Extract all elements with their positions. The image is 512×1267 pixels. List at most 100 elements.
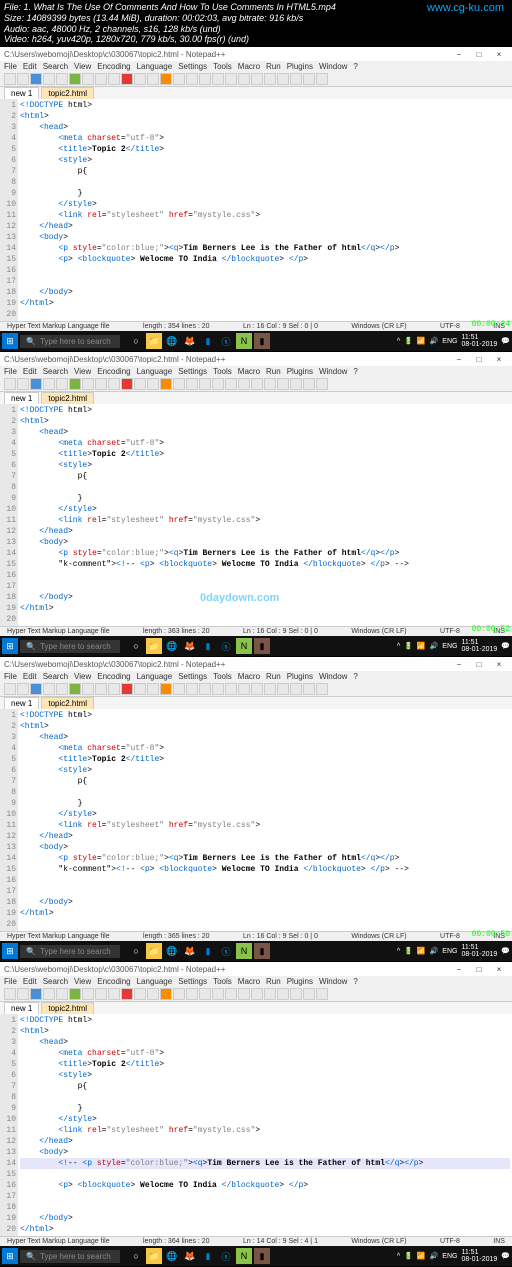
toolbar-button[interactable] xyxy=(212,378,224,390)
toolbar-button[interactable] xyxy=(30,988,42,1000)
menu-item-macro[interactable]: Macro xyxy=(238,672,260,681)
toolbar-button[interactable] xyxy=(225,683,237,695)
toolbar-button[interactable] xyxy=(147,988,159,1000)
taskbar-search[interactable]: 🔍Type here to search xyxy=(20,335,120,348)
toolbar-button[interactable] xyxy=(173,988,185,1000)
toolbar-button[interactable] xyxy=(290,73,302,85)
taskbar-search[interactable]: 🔍Type here to search xyxy=(20,1250,120,1263)
toolbar-button[interactable] xyxy=(186,988,198,1000)
code-content[interactable]: <!DOCTYPE html> <html> <head> <meta char… xyxy=(18,404,512,626)
toolbar-button[interactable] xyxy=(303,988,315,1000)
vscode-icon[interactable]: ▮ xyxy=(200,333,216,349)
menu-item-language[interactable]: Language xyxy=(137,977,173,986)
toolbar-button[interactable] xyxy=(82,683,94,695)
toolbar-button[interactable] xyxy=(251,988,263,1000)
tray-up-icon[interactable]: ^ xyxy=(397,338,400,345)
menu-item-?[interactable]: ? xyxy=(353,672,357,681)
toolbar-button[interactable] xyxy=(264,378,276,390)
menu-item-settings[interactable]: Settings xyxy=(178,62,207,71)
toolbar-button[interactable] xyxy=(238,683,250,695)
taskbar-search[interactable]: 🔍Type here to search xyxy=(20,640,120,653)
toolbar-button[interactable] xyxy=(264,683,276,695)
toolbar-button[interactable] xyxy=(225,988,237,1000)
menu-item-view[interactable]: View xyxy=(74,62,91,71)
close-button[interactable]: × xyxy=(490,48,508,60)
toolbar-button[interactable] xyxy=(199,378,211,390)
tab-topic2-html[interactable]: topic2.html xyxy=(41,697,94,709)
toolbar-button[interactable] xyxy=(69,683,81,695)
toolbar-button[interactable] xyxy=(160,378,172,390)
tray-notifications-icon[interactable]: 💬 xyxy=(501,337,510,345)
menu-item-view[interactable]: View xyxy=(74,367,91,376)
toolbar-button[interactable] xyxy=(303,378,315,390)
toolbar-button[interactable] xyxy=(264,73,276,85)
toolbar-button[interactable] xyxy=(316,988,328,1000)
toolbar-button[interactable] xyxy=(199,73,211,85)
maximize-button[interactable]: □ xyxy=(470,48,488,60)
toolbar-button[interactable] xyxy=(316,683,328,695)
menu-item-edit[interactable]: Edit xyxy=(23,62,37,71)
maximize-button[interactable]: □ xyxy=(470,658,488,670)
toolbar-button[interactable] xyxy=(264,988,276,1000)
toolbar-button[interactable] xyxy=(43,73,55,85)
menu-item-search[interactable]: Search xyxy=(43,672,68,681)
toolbar-button[interactable] xyxy=(212,683,224,695)
menu-item-settings[interactable]: Settings xyxy=(178,977,207,986)
toolbar-button[interactable] xyxy=(108,378,120,390)
toolbar-button[interactable] xyxy=(290,378,302,390)
toolbar-button[interactable] xyxy=(108,683,120,695)
toolbar-button[interactable] xyxy=(186,378,198,390)
toolbar-button[interactable] xyxy=(17,988,29,1000)
menu-item-window[interactable]: Window xyxy=(319,977,347,986)
toolbar-button[interactable] xyxy=(56,73,68,85)
menu-item-run[interactable]: Run xyxy=(266,367,281,376)
explorer-icon[interactable]: 📁 xyxy=(146,333,162,349)
code-content[interactable]: <!DOCTYPE html> <html> <head> <meta char… xyxy=(18,709,512,931)
menu-item-file[interactable]: File xyxy=(4,367,17,376)
toolbar-button[interactable] xyxy=(251,683,263,695)
toolbar-button[interactable] xyxy=(225,73,237,85)
toolbar-button[interactable] xyxy=(316,378,328,390)
menu-item-window[interactable]: Window xyxy=(319,62,347,71)
minimize-button[interactable]: − xyxy=(450,353,468,365)
menu-item-tools[interactable]: Tools xyxy=(213,367,232,376)
menu-item-encoding[interactable]: Encoding xyxy=(97,62,130,71)
close-button[interactable]: × xyxy=(490,963,508,975)
toolbar-button[interactable] xyxy=(251,378,263,390)
menu-item-edit[interactable]: Edit xyxy=(23,367,37,376)
toolbar-button[interactable] xyxy=(95,683,107,695)
code-editor[interactable]: 1234567891011121314151617181920 <!DOCTYP… xyxy=(0,709,512,931)
menu-item-settings[interactable]: Settings xyxy=(178,672,207,681)
toolbar-button[interactable] xyxy=(17,73,29,85)
tab-topic2-html[interactable]: topic2.html xyxy=(41,392,94,404)
toolbar-button[interactable] xyxy=(199,988,211,1000)
toolbar-button[interactable] xyxy=(290,683,302,695)
toolbar-button[interactable] xyxy=(173,73,185,85)
toolbar-button[interactable] xyxy=(121,988,133,1000)
toolbar-button[interactable] xyxy=(56,988,68,1000)
menu-item-language[interactable]: Language xyxy=(137,62,173,71)
toolbar-button[interactable] xyxy=(4,73,16,85)
toolbar-button[interactable] xyxy=(303,683,315,695)
toolbar-button[interactable] xyxy=(238,378,250,390)
toolbar-button[interactable] xyxy=(277,378,289,390)
toolbar-button[interactable] xyxy=(212,73,224,85)
toolbar-button[interactable] xyxy=(4,378,16,390)
toolbar-button[interactable] xyxy=(160,988,172,1000)
code-content[interactable]: <!DOCTYPE html> <html> <head> <meta char… xyxy=(18,99,512,321)
toolbar-button[interactable] xyxy=(30,683,42,695)
start-button[interactable]: ⊞ xyxy=(2,1248,18,1264)
menu-item-macro[interactable]: Macro xyxy=(238,62,260,71)
toolbar-button[interactable] xyxy=(186,683,198,695)
toolbar-button[interactable] xyxy=(108,73,120,85)
menu-item-search[interactable]: Search xyxy=(43,367,68,376)
toolbar-button[interactable] xyxy=(43,683,55,695)
menu-item-tools[interactable]: Tools xyxy=(213,977,232,986)
menu-item-macro[interactable]: Macro xyxy=(238,367,260,376)
menu-item-view[interactable]: View xyxy=(74,977,91,986)
menu-item-edit[interactable]: Edit xyxy=(23,977,37,986)
toolbar-button[interactable] xyxy=(82,988,94,1000)
tab-topic2-html[interactable]: topic2.html xyxy=(41,87,94,99)
toolbar-button[interactable] xyxy=(134,988,146,1000)
menu-item-language[interactable]: Language xyxy=(137,672,173,681)
